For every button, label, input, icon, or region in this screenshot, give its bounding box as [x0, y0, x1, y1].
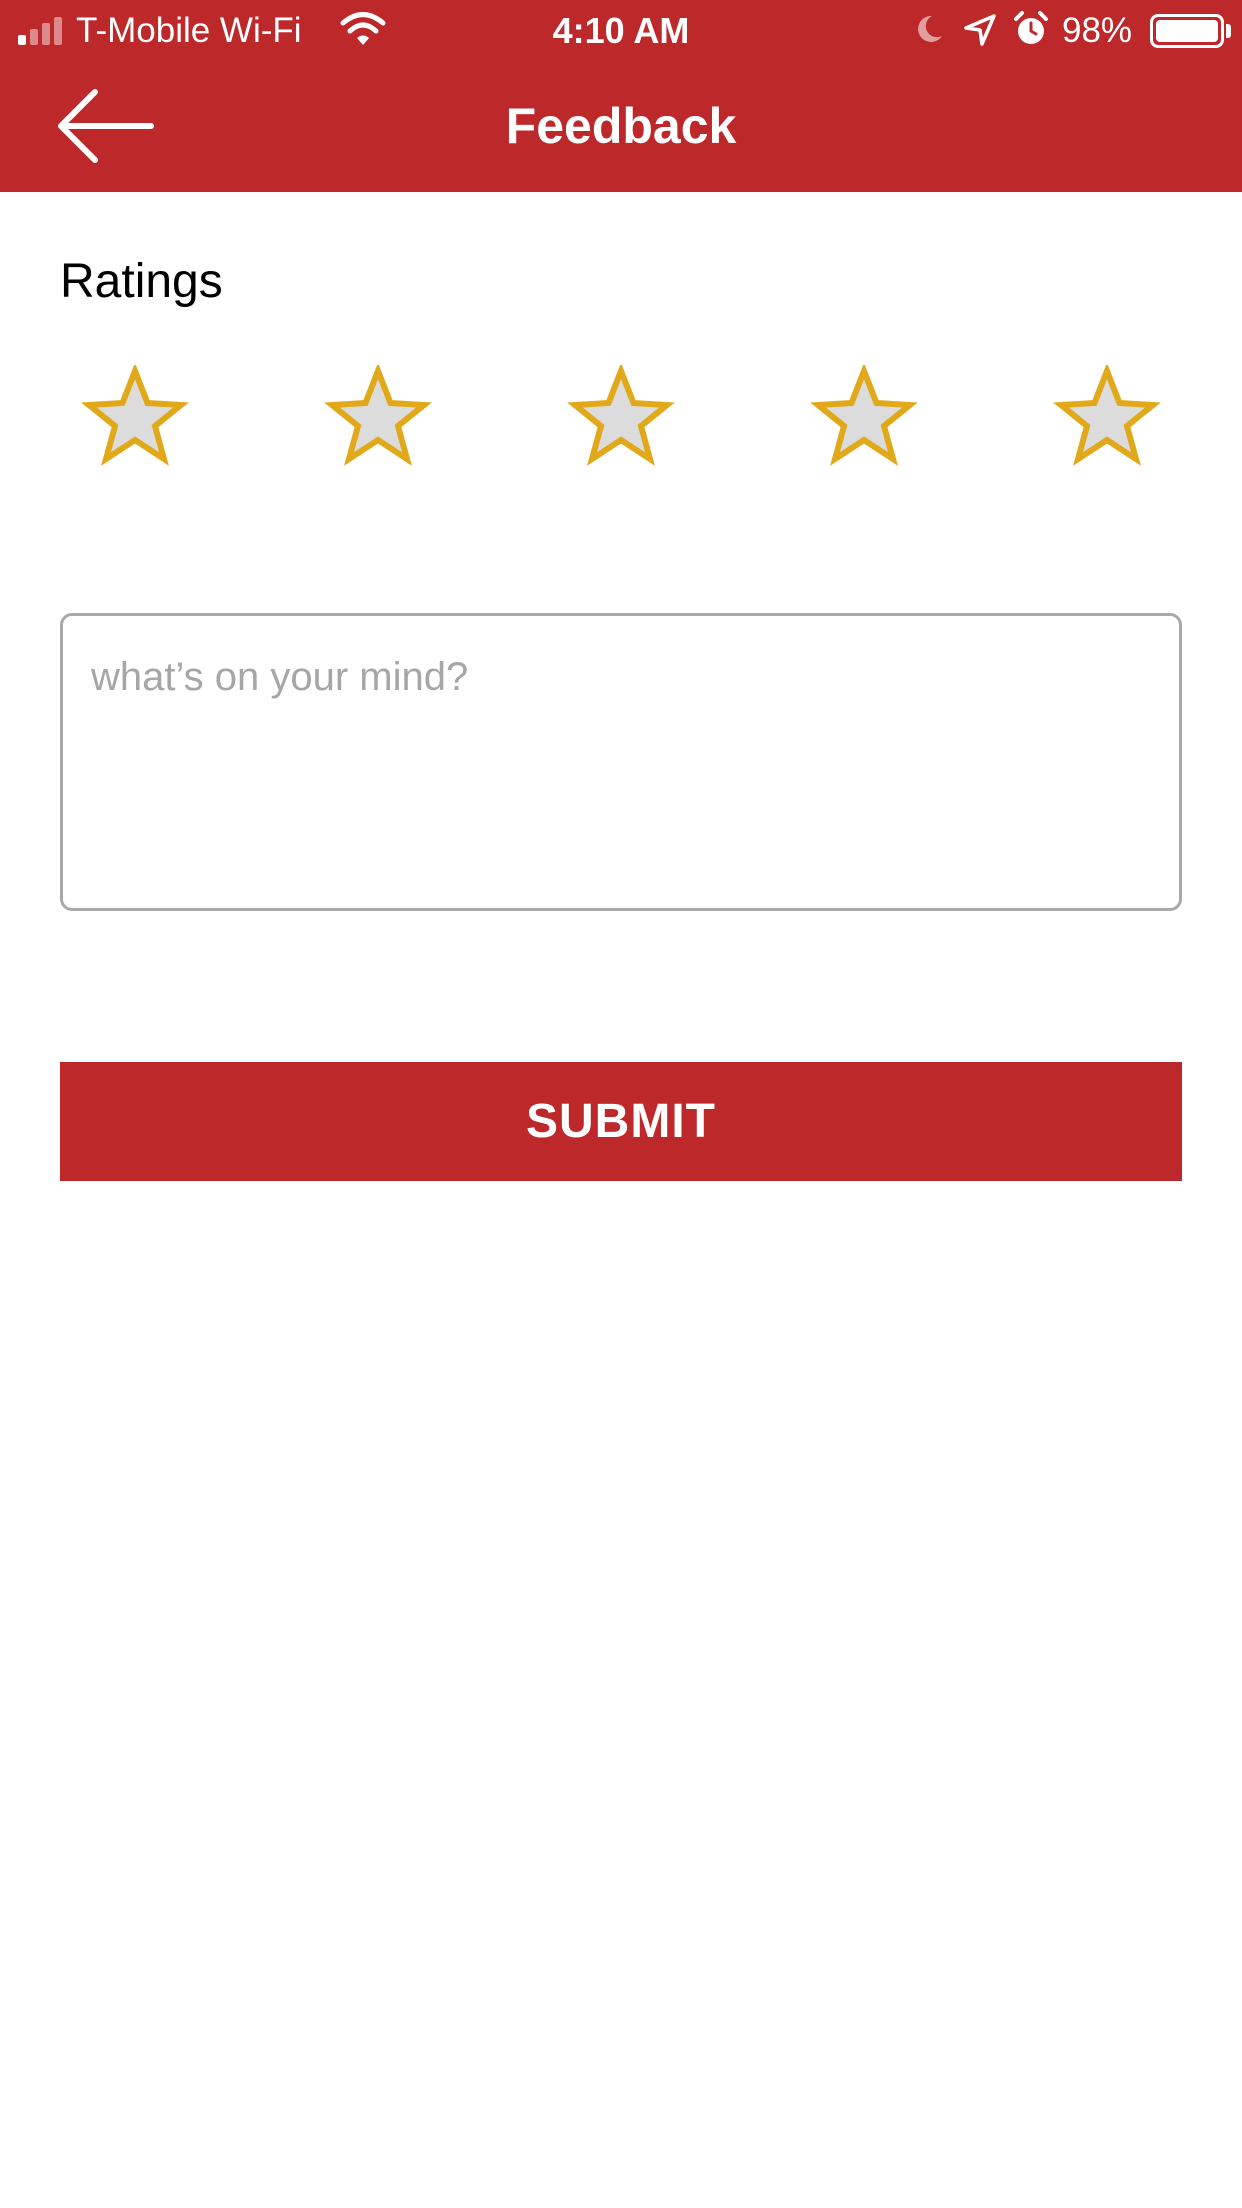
star-5-icon[interactable]	[1052, 365, 1162, 471]
star-rating	[0, 365, 1242, 475]
ratings-label: Ratings	[60, 255, 223, 308]
status-bar: T-Mobile Wi-Fi 4:10 AM 98%	[0, 0, 1242, 62]
status-time: 4:10 AM	[552, 10, 690, 51]
star-3-icon[interactable]	[566, 365, 676, 471]
location-arrow-icon	[964, 14, 996, 46]
battery-icon	[1150, 14, 1224, 48]
alarm-icon	[1014, 11, 1048, 44]
battery-percentage: 98%	[1062, 11, 1133, 50]
moon-icon	[918, 15, 942, 42]
navigation-bar: Feedback	[0, 62, 1242, 192]
top-app-bar: T-Mobile Wi-Fi 4:10 AM 98% Feedback	[0, 0, 1242, 192]
star-1-icon[interactable]	[80, 365, 190, 471]
feedback-textarea-container	[60, 613, 1182, 911]
battery-tip	[1226, 24, 1231, 38]
star-2-icon[interactable]	[323, 365, 433, 471]
star-4-icon[interactable]	[809, 365, 919, 471]
page-title: Feedback	[505, 98, 737, 154]
feedback-textarea[interactable]	[63, 616, 1179, 908]
submit-button[interactable]: SUBMIT	[60, 1062, 1182, 1181]
